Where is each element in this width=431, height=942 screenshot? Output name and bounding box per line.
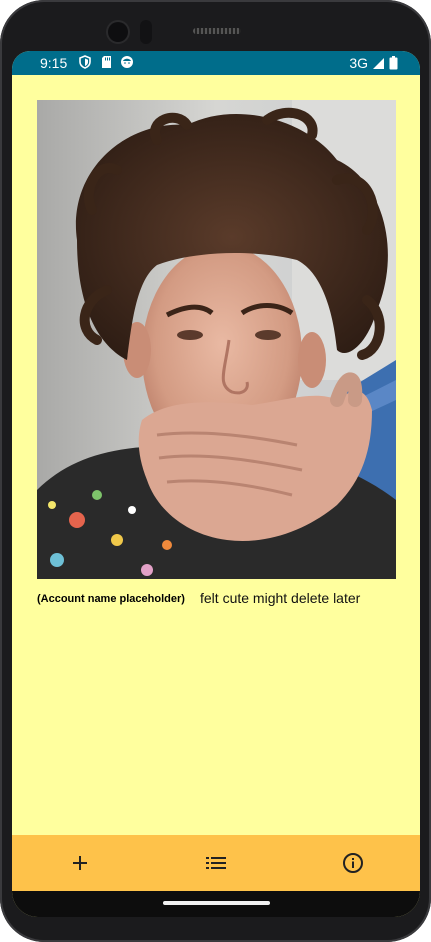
- info-button[interactable]: [337, 847, 369, 879]
- shield-icon: [79, 55, 91, 69]
- post-image[interactable]: [37, 100, 396, 579]
- info-icon: [343, 853, 363, 873]
- plus-icon: [73, 856, 87, 870]
- feed-list-button[interactable]: [200, 847, 232, 879]
- battery-icon: [389, 56, 398, 70]
- gesture-bar: [12, 891, 420, 917]
- front-sensor: [140, 20, 152, 44]
- bottom-navigation: [12, 835, 420, 891]
- status-time: 9:15: [40, 55, 68, 71]
- home-gesture-handle[interactable]: [163, 901, 270, 905]
- add-post-button[interactable]: [64, 847, 96, 879]
- phone-frame: 9:15 3G (Account name placeholder) felt …: [0, 0, 431, 942]
- list-icon: [206, 857, 226, 869]
- sd-card-icon: [102, 56, 111, 68]
- signal-icon: [373, 57, 384, 69]
- selfie-photo: [37, 100, 396, 579]
- front-camera: [108, 22, 128, 42]
- app-screen: 9:15 3G (Account name placeholder) felt …: [12, 51, 420, 917]
- network-type: 3G: [349, 55, 368, 71]
- face-icon: [121, 56, 133, 68]
- account-name[interactable]: (Account name placeholder): [37, 593, 185, 605]
- post-caption: felt cute might delete later: [200, 590, 361, 606]
- status-bar: 9:15 3G: [12, 51, 420, 75]
- earpiece-speaker: [193, 28, 241, 34]
